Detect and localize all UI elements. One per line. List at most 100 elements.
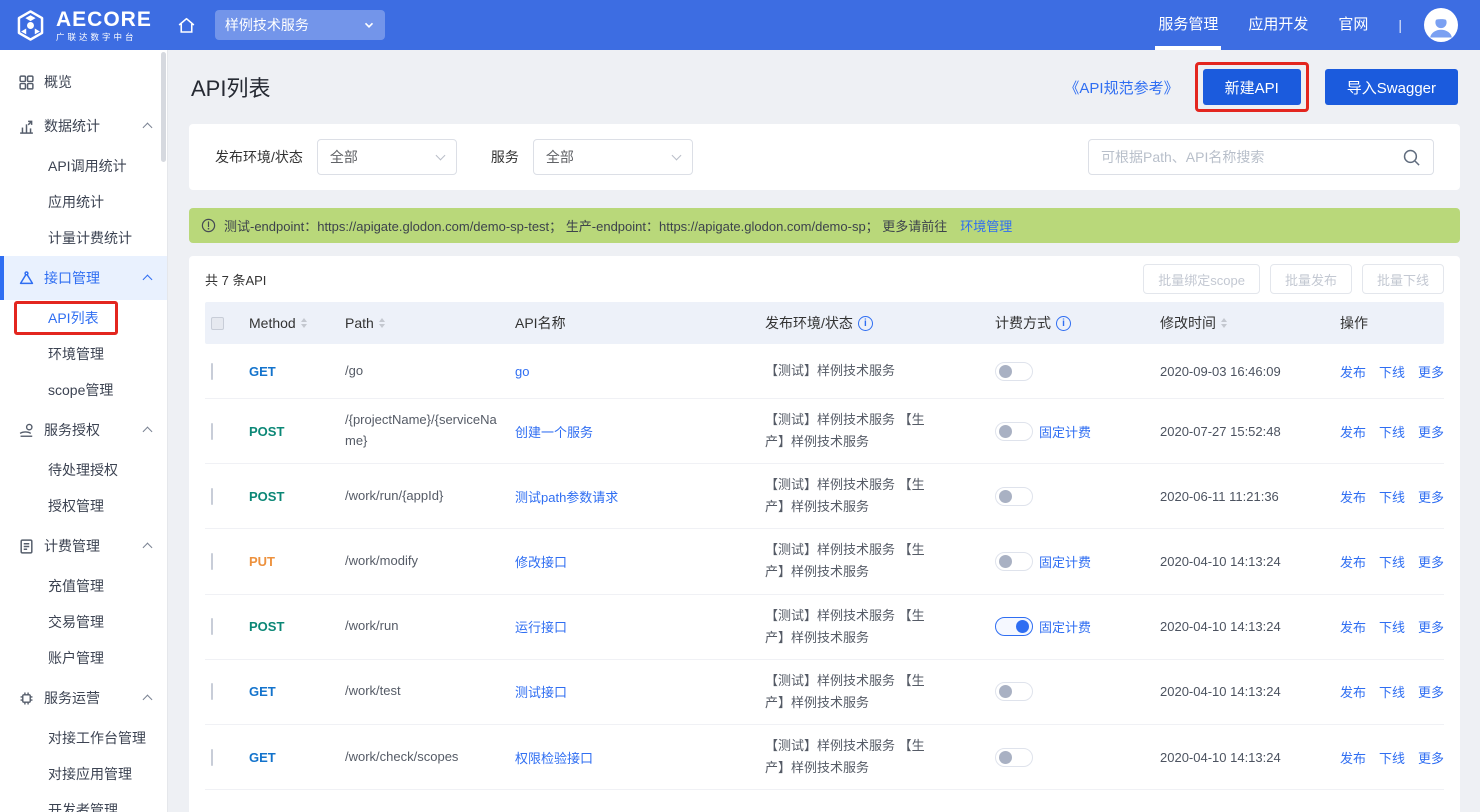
- billing-toggle[interactable]: [995, 617, 1033, 636]
- env-status-cell: 【测试】样例技术服务 【生产】样例技术服务: [765, 605, 941, 649]
- col-modified-time[interactable]: 修改时间: [1160, 313, 1340, 333]
- batch-offline-button[interactable]: 批量下线: [1362, 264, 1444, 294]
- sidebar-group-data-stats[interactable]: 数据统计: [0, 104, 167, 148]
- batch-publish-button[interactable]: 批量发布: [1270, 264, 1352, 294]
- sidebar-item-app-connect-mgmt[interactable]: 对接应用管理: [0, 756, 167, 792]
- sort-icon[interactable]: [379, 318, 385, 328]
- info-icon[interactable]: i: [858, 316, 873, 331]
- row-checkbox[interactable]: [211, 423, 213, 440]
- row-action-publish[interactable]: 发布: [1340, 487, 1366, 506]
- row-action-offline[interactable]: 下线: [1379, 682, 1405, 701]
- row-action-offline[interactable]: 下线: [1379, 748, 1405, 767]
- row-action-more[interactable]: 更多: [1418, 552, 1444, 571]
- row-action-offline[interactable]: 下线: [1379, 617, 1405, 636]
- sidebar-item-app-stats[interactable]: 应用统计: [0, 184, 167, 220]
- sidebar-group-overview[interactable]: 概览: [0, 60, 167, 104]
- api-name-link[interactable]: 修改接口: [515, 555, 567, 570]
- row-checkbox[interactable]: [211, 553, 213, 570]
- api-name-link[interactable]: 运行接口: [515, 620, 567, 635]
- user-avatar[interactable]: [1424, 8, 1458, 42]
- toggle-knob: [999, 365, 1012, 378]
- col-method[interactable]: Method: [249, 315, 345, 331]
- row-action-more[interactable]: 更多: [1418, 422, 1444, 441]
- api-name-link[interactable]: go: [515, 364, 529, 379]
- env-filter-select[interactable]: 全部: [317, 139, 457, 175]
- toggle-knob: [1016, 620, 1029, 633]
- api-spec-reference-link[interactable]: 《API规范参考》: [1064, 77, 1178, 98]
- row-checkbox[interactable]: [211, 363, 213, 380]
- sidebar-group-service-auth[interactable]: 服务授权: [0, 408, 167, 452]
- billing-toggle[interactable]: [995, 748, 1033, 767]
- table-row: PUT/work/modify修改接口【测试】样例技术服务 【生产】样例技术服务…: [205, 529, 1444, 594]
- topbar: AECORE 广联达数字中台 样例技术服务 服务管理应用开发官网 |: [0, 0, 1480, 50]
- sidebar-item-api-list[interactable]: API列表: [0, 300, 167, 336]
- home-icon[interactable]: [176, 15, 197, 36]
- row-checkbox[interactable]: [211, 683, 213, 700]
- row-action-offline[interactable]: 下线: [1379, 552, 1405, 571]
- api-name-link[interactable]: 测试path参数请求: [515, 490, 618, 505]
- env-mgmt-link[interactable]: 环境管理: [960, 216, 1012, 235]
- row-action-more[interactable]: 更多: [1418, 617, 1444, 636]
- service-filter-select[interactable]: 全部: [533, 139, 693, 175]
- billing-toggle[interactable]: [995, 422, 1033, 441]
- sort-icon[interactable]: [1221, 318, 1227, 328]
- select-all-checkbox[interactable]: [211, 317, 224, 330]
- row-action-publish[interactable]: 发布: [1340, 362, 1366, 381]
- sidebar-item-workbench-mgmt[interactable]: 对接工作台管理: [0, 720, 167, 756]
- billing-toggle[interactable]: [995, 682, 1033, 701]
- billing-toggle[interactable]: [995, 362, 1033, 381]
- sidebar-item-transaction-mgmt[interactable]: 交易管理: [0, 604, 167, 640]
- row-action-publish[interactable]: 发布: [1340, 422, 1366, 441]
- new-api-button[interactable]: 新建API: [1203, 69, 1301, 105]
- search-icon[interactable]: [1402, 148, 1421, 167]
- sidebar-item-env-mgmt[interactable]: 环境管理: [0, 336, 167, 372]
- sidebar-item-pending-auth[interactable]: 待处理授权: [0, 452, 167, 488]
- batch-bind-scope-button[interactable]: 批量绑定scope: [1143, 264, 1260, 294]
- row-action-publish[interactable]: 发布: [1340, 552, 1366, 571]
- service-selector-dropdown[interactable]: 样例技术服务: [215, 10, 385, 40]
- sidebar-item-scope-mgmt[interactable]: scope管理: [0, 372, 167, 408]
- row-action-more[interactable]: 更多: [1418, 362, 1444, 381]
- sidebar-item-account-mgmt[interactable]: 账户管理: [0, 640, 167, 676]
- sidebar-group-billing-mgmt[interactable]: 计费管理: [0, 524, 167, 568]
- row-action-publish[interactable]: 发布: [1340, 748, 1366, 767]
- sidebar-group-api-mgmt[interactable]: 接口管理: [0, 256, 167, 300]
- row-action-publish[interactable]: 发布: [1340, 617, 1366, 636]
- sort-icon[interactable]: [301, 318, 307, 328]
- path-cell: /work/test: [345, 681, 497, 702]
- method-cell: POST: [249, 619, 345, 634]
- topnav-item-official-site[interactable]: 官网: [1338, 0, 1368, 50]
- search-input[interactable]: [1101, 149, 1402, 165]
- col-path[interactable]: Path: [345, 315, 515, 331]
- sidebar-item-api-call-stats[interactable]: API调用统计: [0, 148, 167, 184]
- toggle-knob: [999, 425, 1012, 438]
- api-name-link[interactable]: 创建一个服务: [515, 425, 593, 440]
- import-swagger-button[interactable]: 导入Swagger: [1325, 69, 1458, 105]
- row-action-more[interactable]: 更多: [1418, 748, 1444, 767]
- row-checkbox[interactable]: [211, 488, 213, 505]
- row-action-more[interactable]: 更多: [1418, 487, 1444, 506]
- table-row: GET/work/check/scopes权限检验接口【测试】样例技术服务 【生…: [205, 725, 1444, 790]
- billing-toggle[interactable]: [995, 552, 1033, 571]
- sidebar-item-developer-mgmt[interactable]: 开发者管理: [0, 792, 167, 812]
- api-name-link[interactable]: 测试接口: [515, 685, 567, 700]
- api-name-link[interactable]: 权限检验接口: [515, 751, 593, 766]
- row-action-publish[interactable]: 发布: [1340, 682, 1366, 701]
- table-body: GET/gogo【测试】样例技术服务2020-09-03 16:46:09发布下…: [205, 344, 1444, 790]
- sidebar-item-metering-billing-stats[interactable]: 计量计费统计: [0, 220, 167, 256]
- row-action-more[interactable]: 更多: [1418, 682, 1444, 701]
- row-action-offline[interactable]: 下线: [1379, 422, 1405, 441]
- row-checkbox[interactable]: [211, 749, 213, 766]
- sidebar-group-label: 接口管理: [44, 268, 100, 288]
- row-action-offline[interactable]: 下线: [1379, 362, 1405, 381]
- info-icon[interactable]: i: [1056, 316, 1071, 331]
- sidebar-group-service-ops[interactable]: 服务运营: [0, 676, 167, 720]
- billing-mgmt-icon: [18, 538, 35, 555]
- topnav-item-service-mgmt[interactable]: 服务管理: [1158, 0, 1218, 50]
- sidebar-item-recharge-mgmt[interactable]: 充值管理: [0, 568, 167, 604]
- row-action-offline[interactable]: 下线: [1379, 487, 1405, 506]
- sidebar-item-auth-mgmt[interactable]: 授权管理: [0, 488, 167, 524]
- topnav-item-app-dev[interactable]: 应用开发: [1248, 0, 1308, 50]
- row-checkbox[interactable]: [211, 618, 213, 635]
- billing-toggle[interactable]: [995, 487, 1033, 506]
